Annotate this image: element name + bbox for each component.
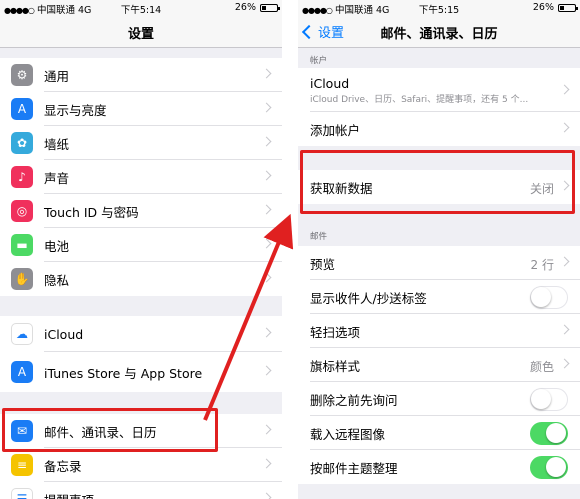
toggle-knob	[531, 389, 551, 409]
chevron-right-icon	[559, 256, 570, 267]
mail-option-label: 预览	[310, 256, 336, 272]
settings-row[interactable]: A 显示与亮度	[0, 92, 282, 126]
settings-row[interactable]: ☰ 提醒事项	[0, 482, 282, 499]
settings-row-label: iCloud	[44, 326, 84, 342]
settings-row-label: 墙纸	[44, 136, 70, 152]
settings-row[interactable]: ⚙ 通用	[0, 58, 282, 92]
mail-option-value: 颜色	[529, 360, 554, 374]
settings-row[interactable]: ✿ 墙纸	[0, 126, 282, 160]
settings-row-label: 声音	[44, 170, 70, 186]
chevron-right-icon	[261, 238, 272, 249]
battery-icon	[260, 3, 280, 12]
icloud-icon: ☁	[11, 323, 33, 345]
settings-group-accounts: ☁ iCloud AiTunes Store 与 App Store	[0, 316, 282, 392]
wallpaper-icon: ✿	[11, 132, 33, 154]
settings-row-label: iTunes Store 与 App Store	[44, 365, 203, 381]
chevron-right-icon	[261, 365, 272, 376]
toggle-knob	[546, 457, 566, 477]
battery-percent: 26%	[532, 2, 554, 13]
mail-option-row[interactable]: 载入远程图像	[298, 416, 580, 450]
accounts-group: iCloud iCloud Drive、日历、Safari、提醒事项，还有 5 …	[298, 68, 580, 146]
toggle-switch[interactable]	[530, 388, 568, 411]
toggle-switch[interactable]	[530, 286, 568, 309]
mail-option-row[interactable]: 显示收件人/抄送标签	[298, 280, 580, 314]
accounts-section-header: 帐户	[310, 56, 328, 66]
icloud-label: iCloud	[310, 75, 350, 91]
settings-row[interactable]: ✋ 隐私	[0, 262, 282, 296]
sound-icon: ♪	[11, 166, 33, 188]
chevron-right-icon	[261, 136, 272, 147]
chevron-right-icon	[261, 272, 272, 283]
notes-icon: ≡	[11, 454, 33, 476]
mail-options-group: 预览 2 行显示收件人/抄送标签 轻扫选项旗标样式 颜色删除之前先询问 载入远程图像 按邮…	[298, 246, 580, 484]
chevron-right-icon	[559, 84, 570, 95]
chevron-right-icon	[261, 204, 272, 215]
chevron-right-icon	[559, 358, 570, 369]
chevron-right-icon	[261, 327, 272, 338]
mail-option-label: 旗标样式	[310, 358, 361, 374]
mail-option-label: 删除之前先询问	[310, 392, 398, 408]
battery-percent: 26%	[234, 2, 256, 13]
reminders-icon: ☰	[11, 488, 33, 499]
gear-icon: ⚙	[11, 64, 33, 86]
settings-row-label: 隐私	[44, 272, 70, 288]
chevron-right-icon	[261, 68, 272, 79]
mail-option-label: 载入远程图像	[310, 426, 386, 442]
highlight-box-fetch-row	[300, 150, 575, 214]
icloud-detail: iCloud Drive、日历、Safari、提醒事项，还有 5 个...	[310, 94, 529, 105]
settings-row[interactable]: ≡ 备忘录	[0, 448, 282, 482]
mail-option-row[interactable]: 预览 2 行	[298, 246, 580, 280]
chevron-right-icon	[261, 458, 272, 469]
settings-row-label: 显示与亮度	[44, 102, 107, 118]
nav-bar: 设置	[0, 16, 282, 48]
status-bar: ●●●●○ 中国联通 4G 下午5:15 26%	[298, 0, 580, 16]
battery-icon: ▬	[11, 234, 33, 256]
display-icon: A	[11, 98, 33, 120]
status-bar: ●●●●○ 中国联通 4G 下午5:14 26%	[0, 0, 282, 16]
toggle-knob	[546, 423, 566, 443]
mail-option-row[interactable]: 删除之前先询问	[298, 382, 580, 416]
settings-row[interactable]: ♪ 声音	[0, 160, 282, 194]
settings-row-label: 提醒事项	[44, 490, 94, 499]
settings-row[interactable]: ☁ iCloud	[0, 316, 282, 352]
mail-option-row[interactable]: 按邮件主题整理	[298, 450, 580, 484]
mail-option-row[interactable]: 旗标样式 颜色	[298, 348, 580, 382]
settings-row[interactable]: ◎ Touch ID 与密码	[0, 194, 282, 228]
settings-group-general: ⚙ 通用 A 显示与亮度 ✿ 墙纸 ♪ 声音 ◎ Touch ID 与密码 ▬ 电池 ✋ 隐私	[0, 58, 282, 296]
chevron-right-icon	[261, 170, 272, 181]
chevron-right-icon	[261, 102, 272, 113]
icloud-account-row[interactable]: iCloud iCloud Drive、日历、Safari、提醒事项，还有 5 …	[298, 68, 580, 112]
fingerprint-icon: ◎	[11, 200, 33, 222]
add-account-label: 添加帐户	[310, 122, 361, 138]
mail-option-value: 2 行	[530, 258, 554, 272]
appstore-icon: A	[11, 361, 33, 383]
mail-option-label: 显示收件人/抄送标签	[310, 290, 427, 306]
add-account-row[interactable]: 添加帐户	[298, 112, 580, 146]
toggle-switch[interactable]	[530, 456, 568, 479]
chevron-right-icon	[261, 424, 272, 435]
toggle-switch[interactable]	[530, 422, 568, 445]
settings-row[interactable]: ▬ 电池	[0, 228, 282, 262]
highlight-box-mail-row	[2, 408, 218, 452]
page-title: 邮件、通讯录、日历	[380, 27, 498, 42]
mail-option-label: 按邮件主题整理	[310, 460, 398, 476]
mail-settings-screen: ●●●●○ 中国联通 4G 下午5:15 26% 设置 邮件、通讯录、日历 帐户…	[298, 0, 580, 499]
battery-icon	[558, 3, 578, 12]
chevron-right-icon	[559, 122, 570, 133]
hand-icon: ✋	[11, 268, 33, 290]
settings-row-label: 电池	[44, 238, 70, 254]
chevron-right-icon	[559, 324, 570, 335]
settings-row[interactable]: AiTunes Store 与 App Store	[0, 352, 282, 392]
toggle-knob	[531, 287, 551, 307]
page-title: 设置	[127, 27, 154, 42]
nav-bar: 设置 邮件、通讯录、日历	[298, 16, 580, 48]
mail-option-label: 轻扫选项	[310, 324, 361, 340]
settings-row-label: 通用	[44, 68, 70, 84]
mail-option-row[interactable]: 轻扫选项	[298, 314, 580, 348]
settings-row-label: 备忘录	[44, 458, 82, 474]
settings-row-label: Touch ID 与密码	[44, 204, 139, 220]
mail-section-header: 邮件	[310, 232, 328, 242]
chevron-right-icon	[261, 492, 272, 499]
